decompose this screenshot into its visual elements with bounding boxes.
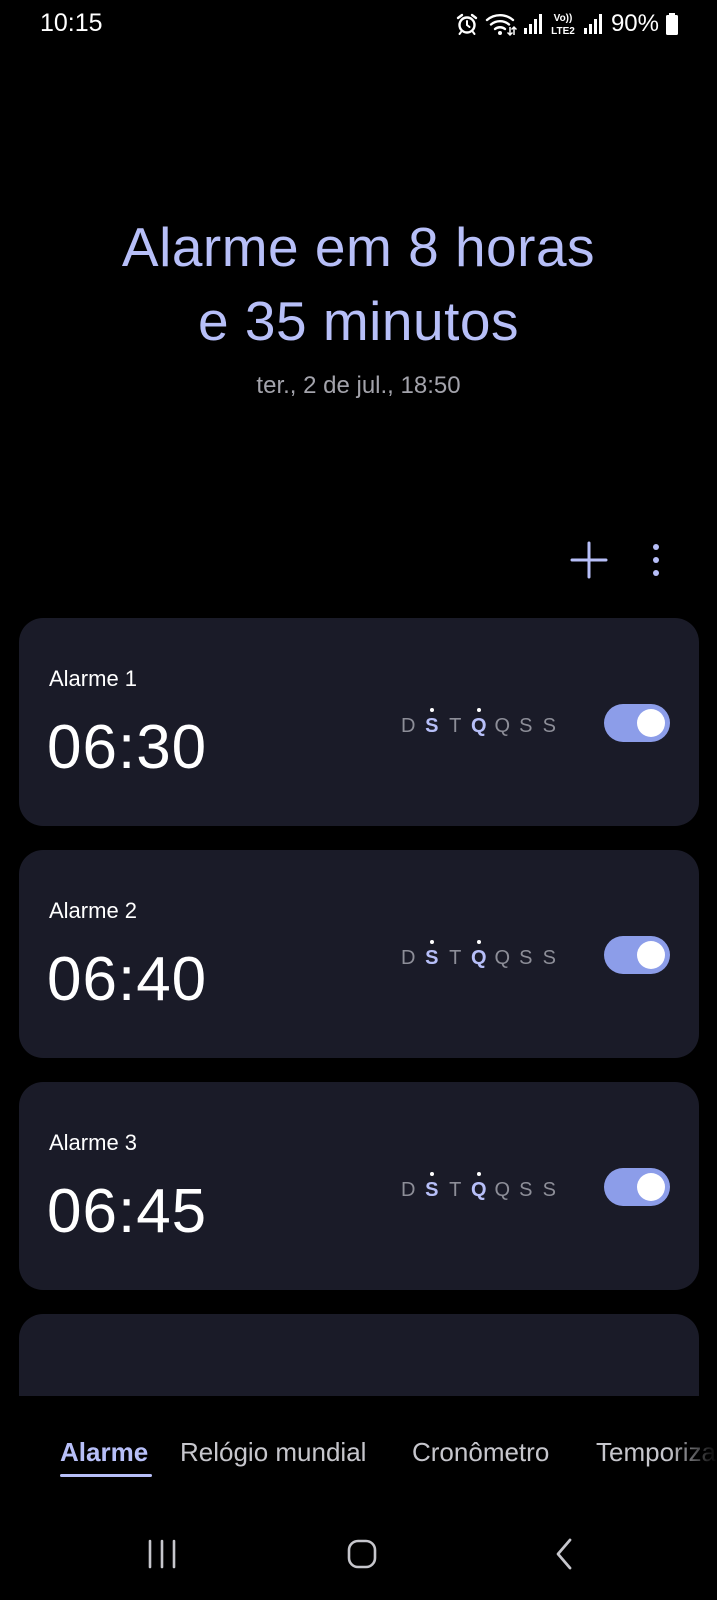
more-options-button[interactable] bbox=[634, 538, 678, 582]
alarm-list: Alarme 1 06:30 D S T Q Q S S Alarme 2 06… bbox=[19, 618, 699, 1396]
alarm-toggle[interactable] bbox=[604, 936, 670, 974]
toggle-knob bbox=[637, 1173, 665, 1201]
battery-icon bbox=[666, 13, 678, 35]
toggle-knob bbox=[637, 709, 665, 737]
day-tuesday: T bbox=[449, 715, 463, 737]
next-alarm-headline: Alarme em 8 horas e 35 minutos bbox=[0, 210, 717, 358]
day-tuesday: T bbox=[449, 947, 463, 969]
tab-world-clock[interactable]: Relógio mundial bbox=[180, 1437, 366, 1468]
day-sunday: D bbox=[401, 947, 417, 969]
day-thursday: Q bbox=[494, 947, 512, 969]
day-wednesday: Q bbox=[468, 940, 492, 970]
alarm-toggle[interactable] bbox=[604, 1168, 670, 1206]
day-friday: S bbox=[519, 715, 534, 737]
plus-icon bbox=[570, 541, 608, 579]
alarm-icon bbox=[456, 13, 478, 35]
next-alarm-date: ter., 2 de jul., 18:50 bbox=[256, 372, 461, 399]
alarm-name: Alarme 2 bbox=[49, 898, 138, 923]
battery-percent: 90% bbox=[610, 10, 659, 37]
day-monday: S bbox=[421, 940, 445, 970]
signal-icon bbox=[583, 14, 602, 34]
tab-stopwatch[interactable]: Cronômetro bbox=[412, 1437, 549, 1468]
alarm-days: D S T Q Q S S bbox=[397, 940, 562, 970]
alarm-time: 06:45 bbox=[47, 1177, 208, 1246]
day-saturday: S bbox=[542, 947, 557, 969]
day-monday: S bbox=[421, 708, 445, 738]
day-thursday: Q bbox=[494, 1179, 512, 1201]
alarm-card[interactable]: Alarme 3 06:45 D S T Q Q S S bbox=[19, 1082, 699, 1290]
volte-lte2-icon: Vo)) LTE2 bbox=[551, 13, 575, 37]
recents-icon bbox=[148, 1539, 176, 1569]
day-friday: S bbox=[519, 1179, 534, 1201]
day-wednesday: Q bbox=[468, 708, 492, 738]
home-button[interactable] bbox=[332, 1530, 392, 1578]
tab-indicator bbox=[60, 1474, 152, 1477]
headline-line-2: e 35 minutos bbox=[198, 290, 519, 352]
alarm-card-partial[interactable] bbox=[19, 1314, 699, 1396]
alarm-toggle[interactable] bbox=[604, 704, 670, 742]
alarm-card[interactable]: Alarme 2 06:40 D S T Q Q S S bbox=[19, 850, 699, 1058]
day-saturday: S bbox=[542, 715, 557, 737]
signal-icon bbox=[523, 14, 542, 34]
day-thursday: Q bbox=[494, 715, 512, 737]
day-friday: S bbox=[519, 947, 534, 969]
tab-timer[interactable]: Temporizador bbox=[596, 1437, 717, 1468]
home-icon bbox=[347, 1539, 377, 1569]
alarm-days: D S T Q Q S S bbox=[397, 1172, 562, 1202]
headline-line-1: Alarme em 8 horas bbox=[121, 216, 596, 278]
svg-text:LTE2: LTE2 bbox=[551, 26, 575, 37]
status-icons: Vo)) LTE2 90% bbox=[455, 10, 679, 38]
bottom-tabs: Alarme Relógio mundial Cronômetro Tempor… bbox=[0, 1437, 717, 1485]
recents-button[interactable] bbox=[132, 1530, 192, 1578]
toggle-knob bbox=[637, 941, 665, 969]
alarm-time: 06:30 bbox=[47, 713, 208, 782]
day-sunday: D bbox=[401, 715, 417, 737]
status-time: 10:15 bbox=[40, 9, 103, 37]
back-button[interactable] bbox=[534, 1530, 594, 1578]
day-wednesday: Q bbox=[468, 1172, 492, 1202]
status-bar: 10:15 Vo)) LTE2 90% bbox=[0, 0, 717, 48]
alarm-time: 06:40 bbox=[47, 945, 208, 1014]
more-vertical-icon bbox=[653, 544, 659, 576]
day-tuesday: T bbox=[449, 1179, 463, 1201]
svg-text:Vo)): Vo)) bbox=[554, 13, 573, 24]
tab-alarm[interactable]: Alarme bbox=[60, 1437, 148, 1468]
alarm-card[interactable]: Alarme 1 06:30 D S T Q Q S S bbox=[19, 618, 699, 826]
day-saturday: S bbox=[542, 1179, 557, 1201]
alarm-name: Alarme 1 bbox=[49, 666, 138, 691]
wifi-icon bbox=[485, 14, 517, 37]
alarm-days: D S T Q Q S S bbox=[397, 708, 562, 738]
add-alarm-button[interactable] bbox=[567, 538, 611, 582]
back-icon bbox=[556, 1538, 572, 1570]
alarm-name: Alarme 3 bbox=[49, 1130, 138, 1155]
day-monday: S bbox=[421, 1172, 445, 1202]
day-sunday: D bbox=[401, 1179, 417, 1201]
